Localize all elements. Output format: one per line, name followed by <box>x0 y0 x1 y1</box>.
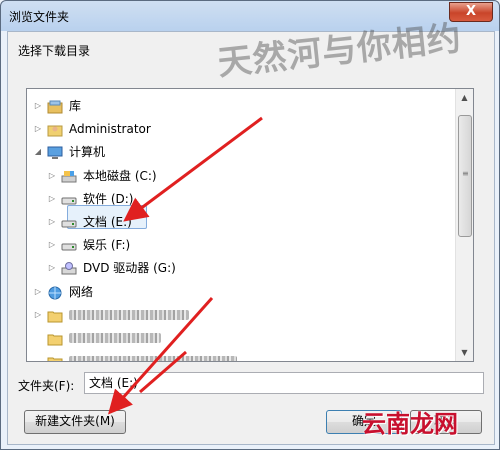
arrow-to-drive-e <box>123 116 263 222</box>
arrow-to-new-folder <box>108 297 214 415</box>
annotation-arrows <box>108 116 263 415</box>
